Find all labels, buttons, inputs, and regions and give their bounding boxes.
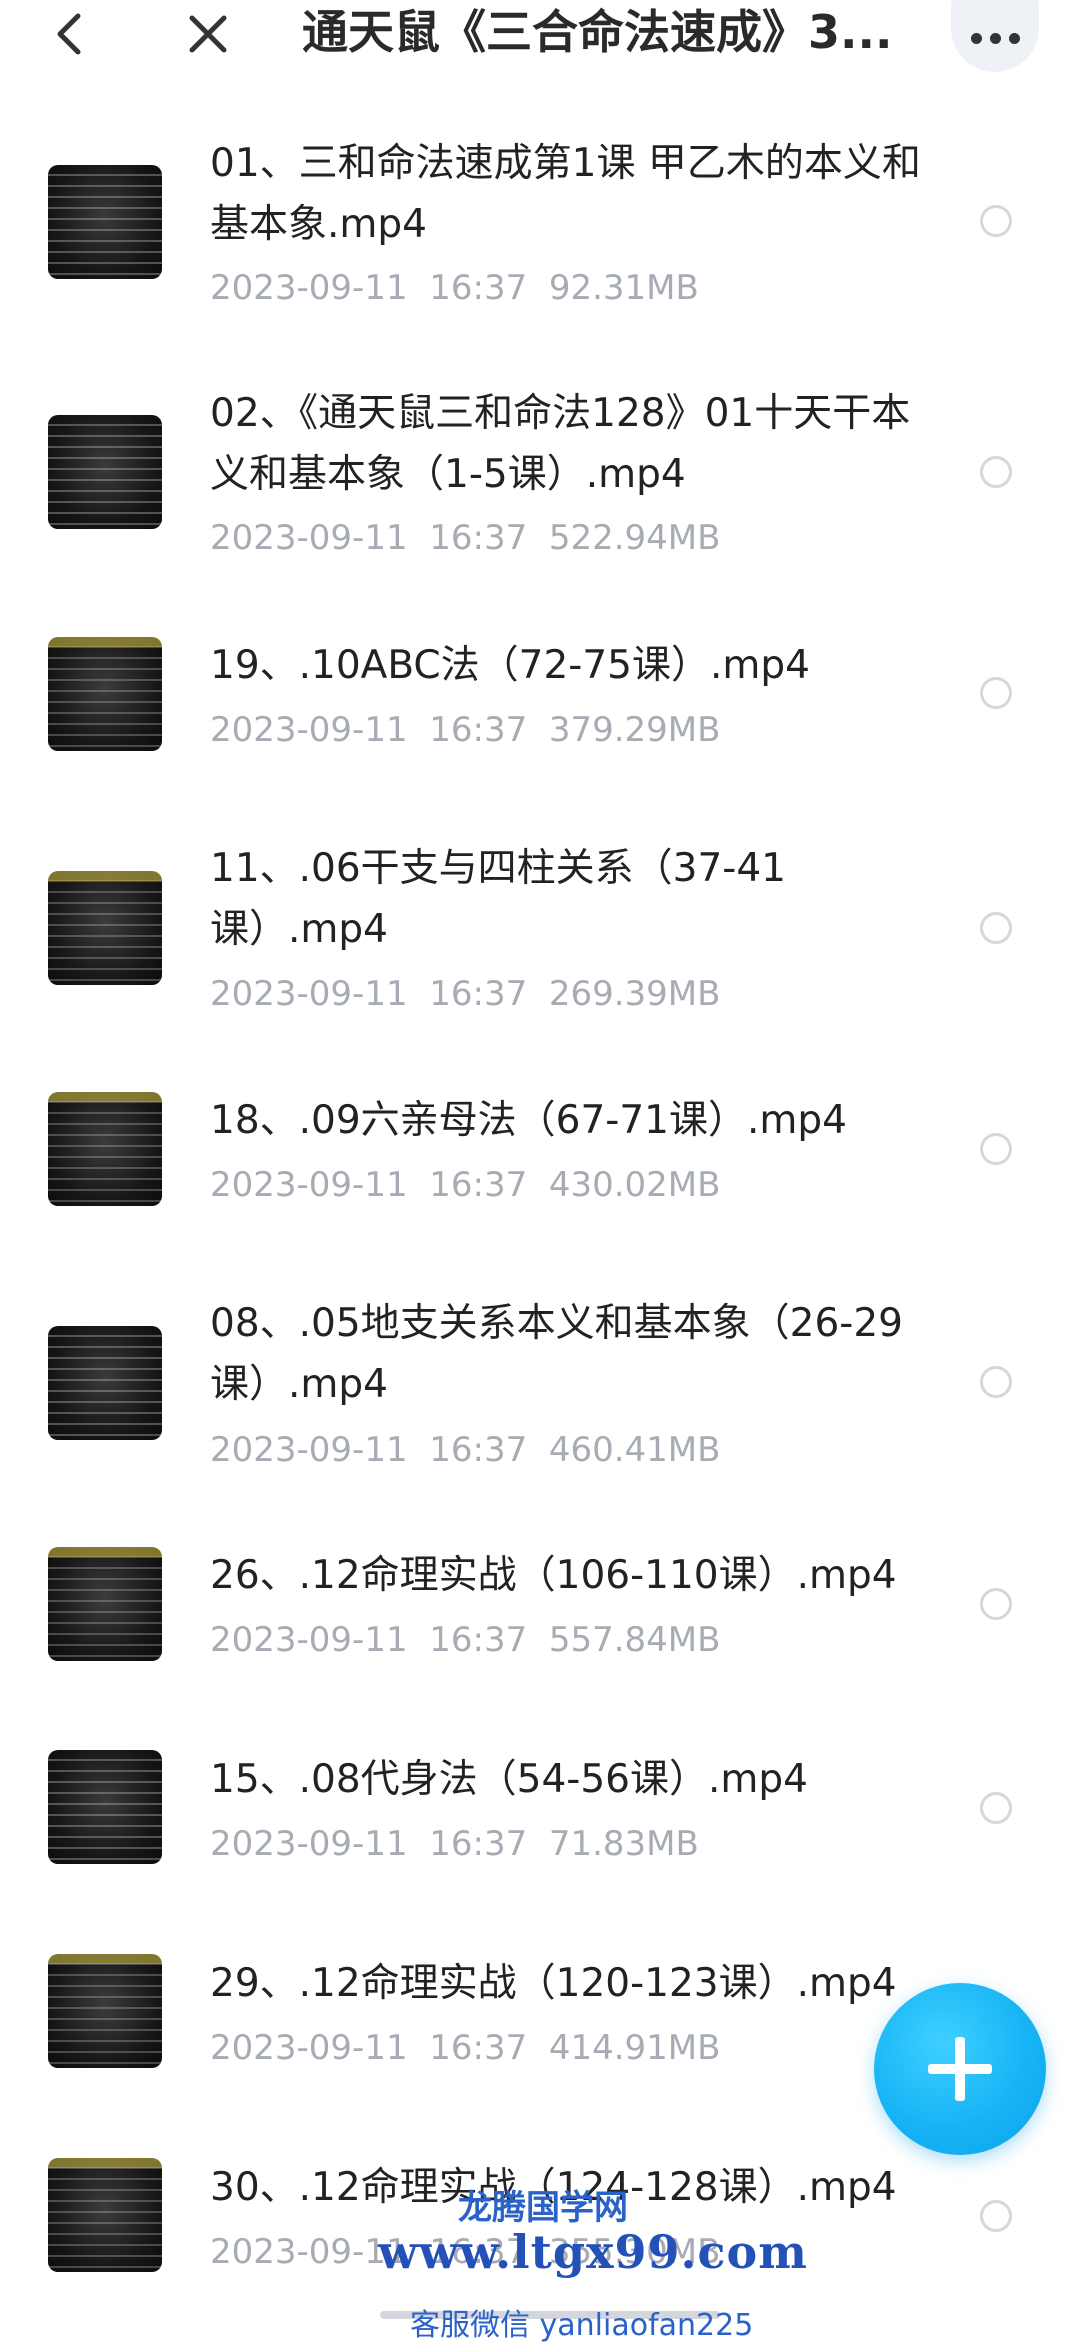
video-thumbnail xyxy=(48,165,162,279)
select-radio[interactable] xyxy=(980,1588,1012,1620)
select-radio[interactable] xyxy=(980,1792,1012,1824)
file-name: 19、.10ABC法（72-75课）.mp4 xyxy=(210,643,810,688)
video-thumbnail xyxy=(48,1326,162,1440)
file-size: 557.84MB xyxy=(548,1620,721,1660)
select-radio[interactable] xyxy=(980,912,1012,944)
select-radio[interactable] xyxy=(980,677,1012,709)
file-name: 08、.05地支关系本义和基本象（26-29课）.mp4 xyxy=(210,1301,903,1407)
file-time: 16:37 xyxy=(429,1824,528,1864)
file-date: 2023-09-11 xyxy=(210,1620,408,1660)
file-size: 414.91MB xyxy=(548,2028,721,2068)
more-horizontal-icon xyxy=(967,33,1024,44)
file-size: 269.39MB xyxy=(548,974,721,1014)
file-meta: 2023-09-11 16:37 460.41MB xyxy=(210,1428,720,1472)
file-meta: 2023-09-11 16:37 71.83MB xyxy=(210,1822,699,1866)
video-thumbnail xyxy=(48,415,162,529)
file-date: 2023-09-11 xyxy=(210,2028,408,2068)
video-thumbnail xyxy=(48,1954,162,2068)
watermark-url: www.ltgx99.com xyxy=(378,2225,808,2279)
select-radio[interactable] xyxy=(980,456,1012,488)
file-list-page: 通天鼠《三合命法速成》3... 01、三和命法速成第1课 甲乙木的本义和基本象.… xyxy=(0,0,1080,2352)
video-thumbnail xyxy=(48,1092,162,1206)
file-date: 2023-09-11 xyxy=(210,518,408,558)
file-date: 2023-09-11 xyxy=(210,710,408,750)
file-date: 2023-09-11 xyxy=(210,268,408,308)
file-name: 18、.09六亲母法（67-71课）.mp4 xyxy=(210,1098,847,1143)
select-radio[interactable] xyxy=(980,205,1012,237)
file-time: 16:37 xyxy=(429,710,528,750)
file-time: 16:37 xyxy=(429,1165,528,1205)
file-meta: 2023-09-11 16:37 430.02MB xyxy=(210,1163,720,1207)
file-size: 522.94MB xyxy=(548,518,721,558)
back-button[interactable] xyxy=(40,4,100,64)
chevron-left-icon xyxy=(57,13,81,55)
header-bar: 通天鼠《三合命法速成》3... xyxy=(0,0,1080,72)
file-name: 11、.06干支与四柱关系（37-41课）.mp4 xyxy=(210,846,786,952)
file-meta: 2023-09-11 16:37 414.91MB xyxy=(210,2026,720,2070)
file-date: 2023-09-11 xyxy=(210,974,408,1014)
file-time: 16:37 xyxy=(429,1430,528,1470)
video-thumbnail xyxy=(48,1547,162,1661)
select-radio[interactable] xyxy=(980,1366,1012,1398)
file-size: 460.41MB xyxy=(548,1430,721,1470)
file-time: 16:37 xyxy=(429,974,528,1014)
watermark-site-name: 龙腾国学网 xyxy=(458,2188,628,2228)
file-name: 29、.12命理实战（120-123课）.mp4 xyxy=(210,1961,897,2006)
file-size: 379.29MB xyxy=(548,710,721,750)
file-name: 02、《通天鼠三和命法128》01十天干本义和基本象（1-5课）.mp4 xyxy=(210,391,911,497)
file-meta: 2023-09-11 16:37 522.94MB xyxy=(210,516,720,560)
close-icon xyxy=(189,15,227,53)
close-button[interactable] xyxy=(178,4,238,64)
file-name: 15、.08代身法（54-56课）.mp4 xyxy=(210,1757,808,1802)
add-button[interactable] xyxy=(874,1983,1046,2155)
file-meta: 2023-09-11 16:37 269.39MB xyxy=(210,972,720,1016)
file-name: 01、三和命法速成第1课 甲乙木的本义和基本象.mp4 xyxy=(210,141,921,247)
file-date: 2023-09-11 xyxy=(210,1165,408,1205)
file-size: 92.31MB xyxy=(548,268,699,308)
video-thumbnail xyxy=(48,871,162,985)
watermark-contact: 客服微信 yanliaofan225 xyxy=(410,2308,754,2343)
file-meta: 2023-09-11 16:37 557.84MB xyxy=(210,1618,720,1662)
file-date: 2023-09-11 xyxy=(210,1430,408,1470)
file-meta: 2023-09-11 16:37 379.29MB xyxy=(210,708,720,752)
file-size: 71.83MB xyxy=(548,1824,699,1864)
select-radio[interactable] xyxy=(980,2200,1012,2232)
file-meta: 2023-09-11 16:37 92.31MB xyxy=(210,266,699,310)
select-radio[interactable] xyxy=(980,1133,1012,1165)
video-thumbnail xyxy=(48,2158,162,2272)
file-time: 16:37 xyxy=(429,1620,528,1660)
file-date: 2023-09-11 xyxy=(210,1824,408,1864)
file-size: 430.02MB xyxy=(548,1165,721,1205)
video-thumbnail xyxy=(48,1750,162,1864)
video-thumbnail xyxy=(48,637,162,751)
file-name: 26、.12命理实战（106-110课）.mp4 xyxy=(210,1553,897,1598)
page-title: 通天鼠《三合命法速成》3... xyxy=(302,5,893,59)
file-time: 16:37 xyxy=(429,2028,528,2068)
file-time: 16:37 xyxy=(429,518,528,558)
more-button[interactable] xyxy=(951,0,1039,72)
file-time: 16:37 xyxy=(429,268,528,308)
